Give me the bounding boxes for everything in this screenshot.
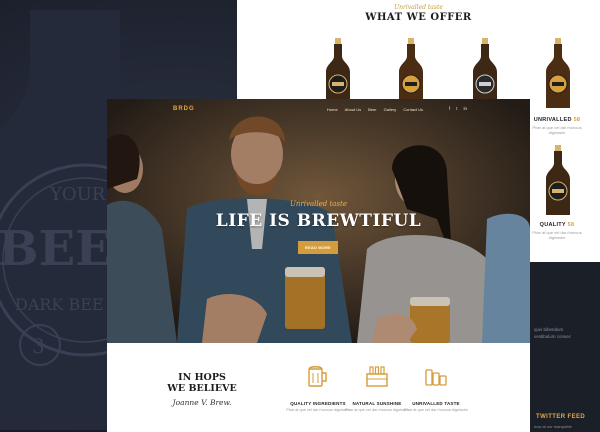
right-dark-panel bbox=[530, 262, 600, 432]
right-panel-text: quis bibendum bbox=[534, 327, 564, 332]
offer-item-name: QUALITY bbox=[539, 222, 566, 228]
nav-item-about[interactable]: About Us bbox=[345, 107, 361, 112]
beer-cans-icon bbox=[425, 369, 447, 386]
believe-heading-line-2: WE BELIEVE bbox=[167, 383, 237, 394]
beer-crate-icon bbox=[366, 366, 388, 387]
read-more-button[interactable]: READ MORE bbox=[298, 241, 338, 254]
front-page: BRDG Home About Us Beer Gallery Contact … bbox=[107, 99, 530, 432]
offer-eyebrow: Unrivalled taste bbox=[394, 4, 443, 11]
offer-item-name: UNRIVALLED bbox=[533, 117, 572, 123]
offer-item-number: 58 bbox=[573, 117, 581, 123]
beer-mug-icon bbox=[308, 366, 327, 387]
bottle-label-line-3: DARK BEE bbox=[15, 295, 104, 314]
offer-title: WHAT WE OFFER bbox=[365, 12, 472, 23]
nav-item-home[interactable]: Home bbox=[327, 107, 338, 112]
social-links: f t in bbox=[449, 106, 467, 111]
feature-title: UNRIVALLED TASTE bbox=[412, 401, 460, 406]
twitter-feed-text: now at our marquette bbox=[534, 424, 572, 429]
nav-item-beer[interactable]: Beer bbox=[368, 107, 376, 112]
signature-image: Joanne V. Brew. bbox=[172, 398, 232, 407]
offer-item-desc: Phar at que vel dar rhoncus dignissim bbox=[532, 125, 582, 135]
site-logo[interactable]: BRDG bbox=[173, 106, 195, 112]
bottle-label-number: 3 bbox=[32, 334, 45, 358]
facebook-icon[interactable]: f bbox=[449, 106, 450, 111]
beer-bottle-image[interactable] bbox=[542, 38, 574, 110]
believe-heading-line-1: IN HOPS bbox=[178, 372, 226, 383]
feature-desc: Phar at que vel dar rhoncus dignissim bbox=[404, 408, 468, 412]
linkedin-icon[interactable]: in bbox=[464, 106, 468, 111]
main-nav: Home About Us Beer Gallery Contact Us bbox=[327, 107, 423, 112]
offer-item-desc: Phar at que vel dar rhoncus dignissim bbox=[532, 230, 582, 240]
beer-bottle-image[interactable] bbox=[542, 145, 574, 217]
twitter-icon[interactable]: t bbox=[456, 106, 457, 111]
offer-item-label: UNRIVALLED 58 bbox=[527, 117, 587, 123]
hero-title: LIFE IS BREWTIFUL bbox=[215, 211, 422, 231]
twitter-feed-title: TWITTER FEED bbox=[536, 414, 586, 420]
offer-item-label: QUALITY 58 bbox=[527, 222, 587, 228]
nav-item-contact[interactable]: Contact Us bbox=[403, 107, 423, 112]
hero-section: BRDG Home About Us Beer Gallery Contact … bbox=[107, 99, 530, 343]
bottle-label-line-2: BEE bbox=[0, 221, 112, 277]
nav-item-gallery[interactable]: Gallery bbox=[384, 107, 397, 112]
hero-eyebrow: Unrivalled taste bbox=[290, 200, 347, 208]
offer-item-number: 58 bbox=[567, 222, 575, 228]
right-panel-text: vestibulum consec bbox=[534, 334, 572, 339]
